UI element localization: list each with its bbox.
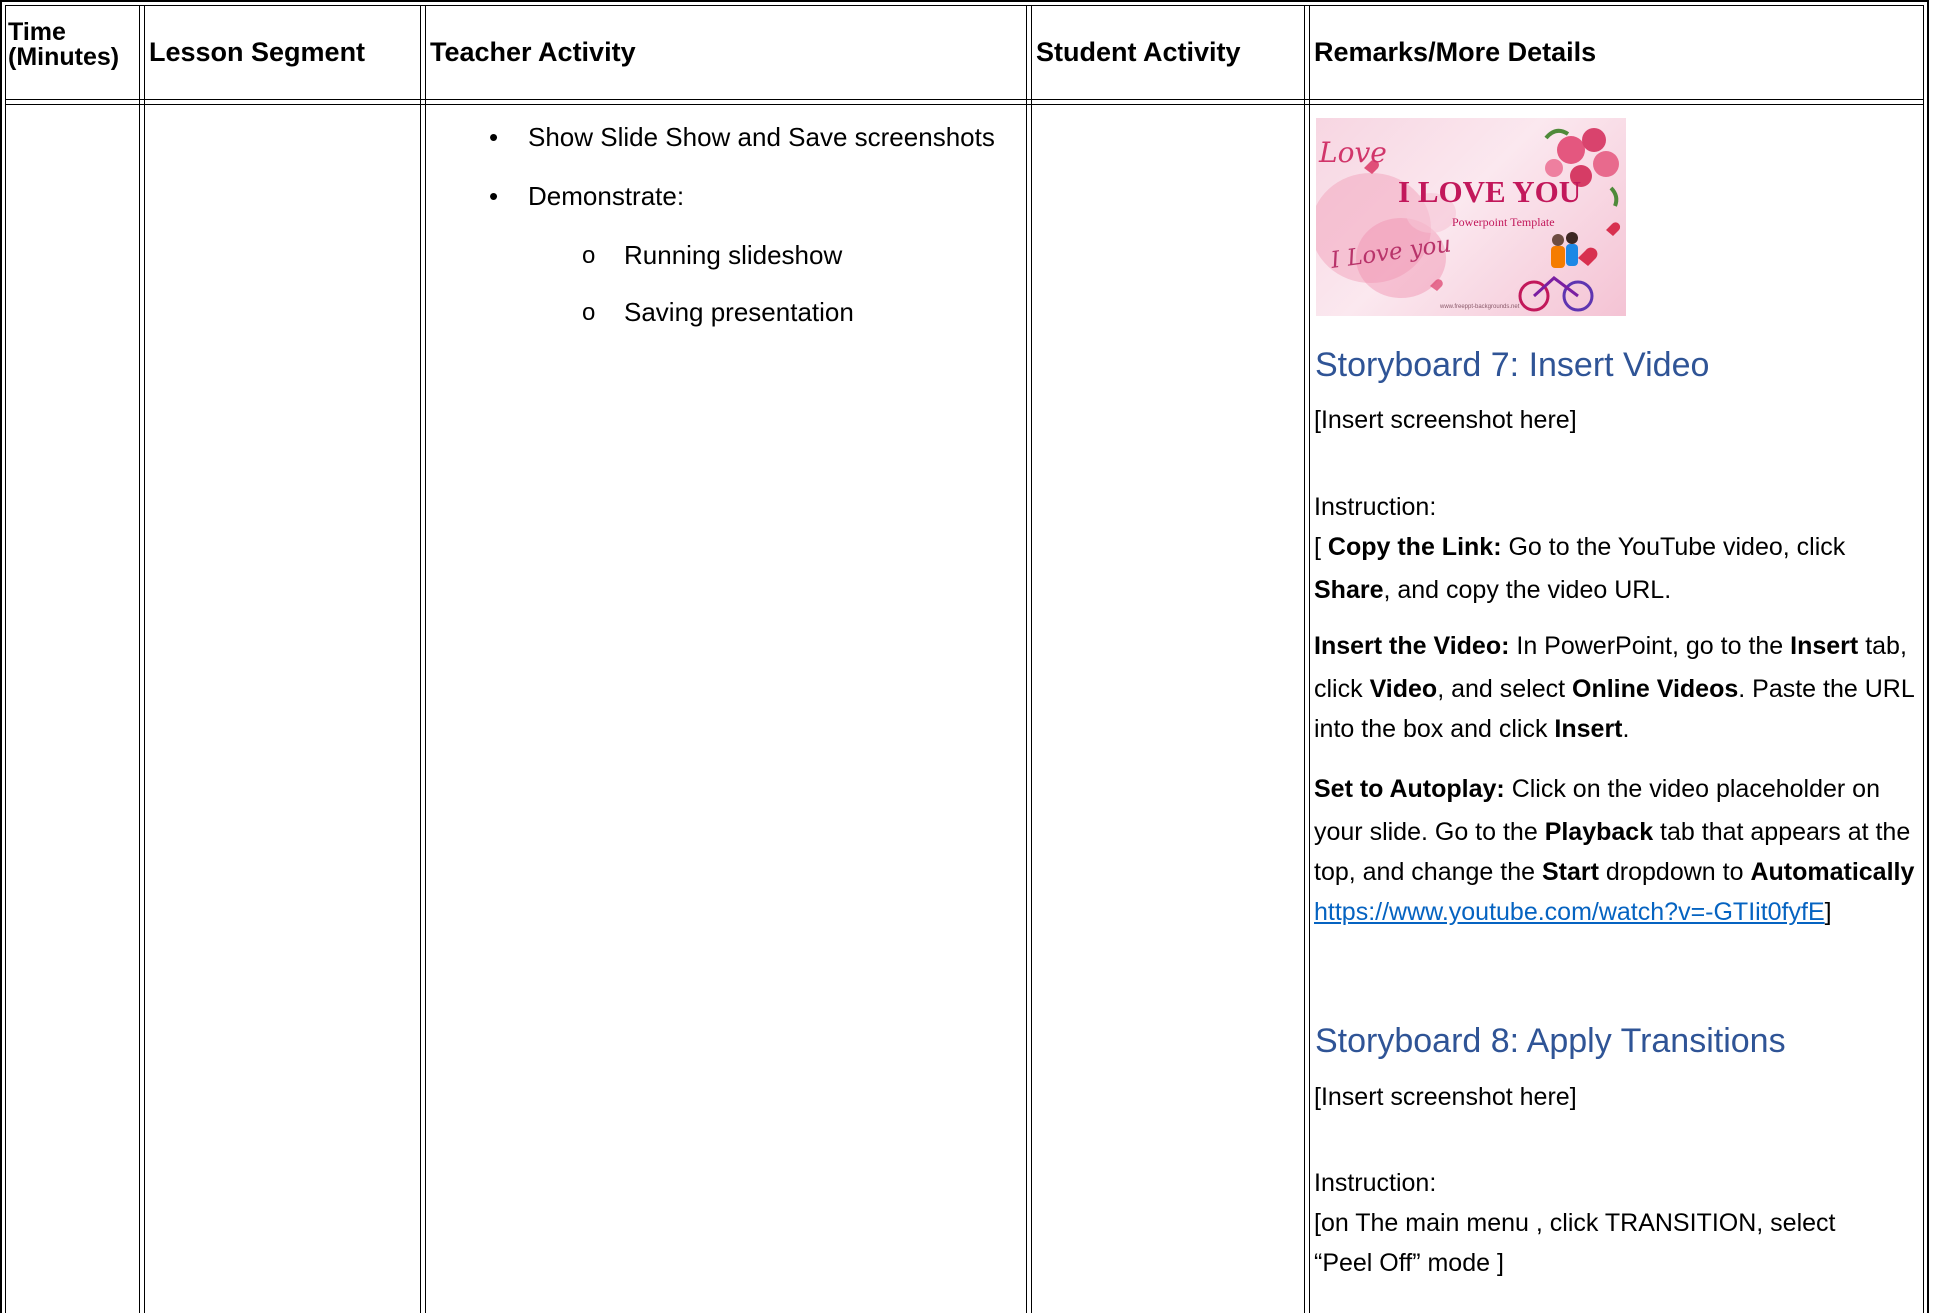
love-slide-artwork: Love I LOVE YOU Powerpoint Template I Lo… (1316, 128, 1621, 312)
step-keyword: Insert (1554, 715, 1623, 743)
love-slide-thumbnail: Love I LOVE YOU Powerpoint Template I Lo… (1316, 118, 1626, 316)
teacher-bullet-text: Show Slide Show and Save screenshots (528, 122, 995, 152)
header-teacher-activity: Teacher Activity (430, 37, 636, 67)
step-keyword: Playback (1544, 818, 1654, 846)
header-student-activity: Student Activity (1036, 37, 1241, 67)
step-keyword: Share (1314, 576, 1384, 604)
thumb-subtitle: Powerpoint Template (1452, 215, 1555, 229)
step-heading: Copy the Link: (1327, 533, 1502, 561)
storyboard-8-instruction-text: [on The main menu , click TRANSITION, se… (1314, 1209, 1836, 1277)
storyboard-7-placeholder: [Insert screenshot here] (1314, 406, 1577, 434)
thumb-footer: www.freeppt-backgrounds.net (1439, 304, 1520, 310)
step-text: Go to the YouTube video, click (1501, 533, 1846, 561)
step-open-bracket: [ (1314, 533, 1328, 561)
step-text: , and copy the video URL. (1383, 576, 1672, 604)
step-text: , and select (1437, 675, 1572, 703)
storyboard-8-instruction-label: Instruction: (1314, 1169, 1437, 1197)
teacher-sub-bullet-text: Saving presentation (624, 297, 854, 327)
header-time: Time (Minutes) (8, 20, 119, 70)
header-remarks: Remarks/More Details (1314, 37, 1597, 67)
sub-bullet-glyph: o (582, 242, 596, 269)
header-time-line2: (Minutes) (8, 43, 120, 71)
step-keyword: Start (1541, 858, 1599, 886)
step-keyword: Insert (1790, 632, 1859, 660)
bullet-glyph: • (489, 181, 499, 211)
step-text: . (1622, 715, 1630, 743)
step-text: In PowerPoint, go to the (1509, 632, 1791, 660)
storyboard-7-step-insert-video: Insert the Video: In PowerPoint, go to t… (1314, 626, 1920, 749)
storyboard-7-instruction-label: Instruction: (1314, 493, 1437, 521)
step-heading: Set to Autoplay: (1314, 775, 1505, 803)
storyboard-7-title: Storyboard 7: Insert Video (1315, 346, 1710, 384)
step-text: dropdown to (1598, 858, 1751, 886)
step-keyword: Automatically (1750, 858, 1915, 886)
header-lesson-segment: Lesson Segment (149, 37, 366, 67)
step-close-bracket: ] (1824, 898, 1832, 926)
sub-bullet-glyph: o (582, 299, 596, 326)
teacher-sub-bullet-text: Running slideshow (624, 240, 843, 270)
bullet-glyph: • (489, 122, 499, 152)
step-keyword: Online Videos (1572, 675, 1739, 703)
header-time-line1: Time (8, 18, 66, 46)
step-heading: Insert the Video: (1314, 632, 1510, 660)
storyboard-7-step-autoplay: Set to Autoplay: Click on the video plac… (1314, 769, 1920, 932)
step-keyword: Video (1369, 675, 1438, 703)
storyboard-8-title: Storyboard 8: Apply Transitions (1315, 1022, 1786, 1060)
storyboard-8-placeholder: [Insert screenshot here] (1314, 1083, 1577, 1111)
lesson-plan-table: Time (Minutes) Lesson Segment Teacher Ac… (0, 0, 1933, 1313)
teacher-bullet-text: Demonstrate: (528, 181, 685, 211)
youtube-link[interactable]: https://www.youtube.com/watch?v=-GTIit0f… (1314, 898, 1825, 926)
thumb-title: I LOVE YOU (1398, 174, 1581, 209)
storyboard-7-step-copy-link: [ Copy the Link: Go to the YouTube video… (1314, 527, 1920, 610)
thumb-love-script: Love (1318, 136, 1387, 169)
